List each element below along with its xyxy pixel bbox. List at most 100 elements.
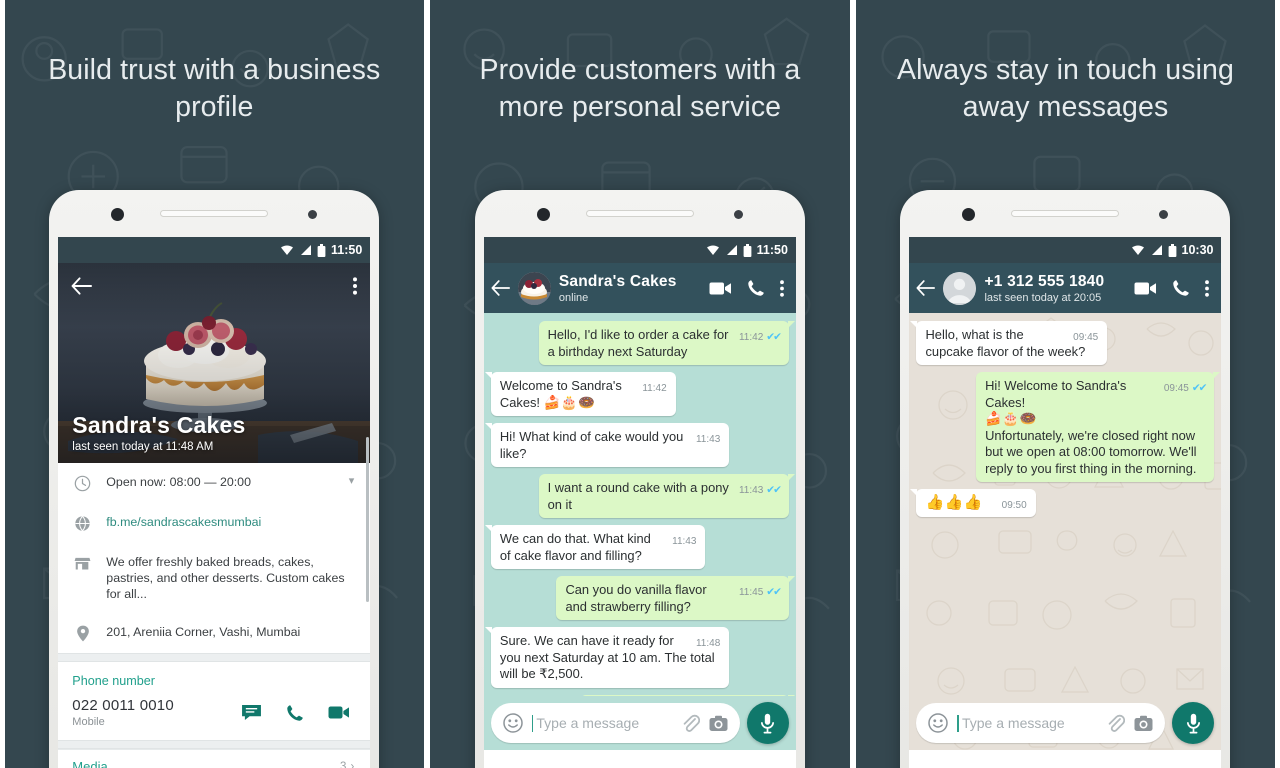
phone-top-bezel — [475, 190, 805, 237]
media-label: Media — [72, 759, 108, 768]
emoji-smiley-icon[interactable] — [503, 713, 523, 733]
signal-icon — [301, 245, 312, 255]
panel-headline: Provide customers with a more personal s… — [479, 54, 801, 123]
message-text: I want a round cake with a pony on it — [547, 480, 729, 512]
message-input-pill[interactable]: Type a message — [916, 703, 1166, 743]
read-receipt-icon: ✔✔ — [766, 331, 782, 343]
business-identity: Sandra's Cakes last seen today at 11:48 … — [72, 412, 245, 453]
camera-icon[interactable] — [1134, 715, 1153, 732]
panel-away-messages: Always stay in touch using away messages… — [853, 0, 1280, 768]
info-hours-text: Open now: 08:00 — 20:00 — [106, 475, 251, 489]
info-website-link[interactable]: fb.me/sandrascakesmumbai — [106, 514, 354, 530]
phone-mockup: 11:50 Sandra's Cakes last seen today at … — [49, 190, 380, 768]
panel-headline: Always stay in touch using away messages — [897, 54, 1234, 123]
microphone-icon — [761, 713, 775, 733]
message-meta: 11:43 ✔✔ — [739, 484, 782, 497]
info-row-address[interactable]: 201, Areniia Corner, Vashi, Mumbai — [58, 613, 370, 653]
wifi-icon — [706, 245, 719, 255]
chat-header: Sandra's Cakes online — [483, 263, 796, 313]
battery-icon — [317, 243, 326, 257]
video-call-icon[interactable] — [1134, 281, 1157, 296]
battery-icon — [743, 243, 752, 257]
scrollbar[interactable] — [366, 437, 370, 602]
message-bubble[interactable]: 09:45 ✔✔ Hi! Welcome to Sandra's Cakes! 🍰🎂… — [976, 372, 1221, 482]
message-meta: 11:42 ✔✔ — [738, 331, 782, 344]
message-time: 11:45 — [738, 587, 764, 598]
back-arrow-icon[interactable] — [916, 280, 936, 296]
message-bubble[interactable]: 11:43 Hi! What kind of cake would you li… — [484, 423, 730, 467]
message-bubble[interactable]: 11:42 Welcome to Sandra's Cakes! 🍰🎂🍩 — [484, 372, 676, 416]
message-meta: 11:45 ✔✔ — [738, 587, 782, 599]
message-icon[interactable] — [241, 704, 262, 721]
paperclip-icon[interactable] — [681, 714, 700, 733]
message-input-pill[interactable]: Type a message — [490, 703, 740, 743]
battery-icon — [1168, 243, 1176, 257]
info-row-hours[interactable]: Open now: 08:00 — 20:00 ▾ — [58, 463, 370, 503]
video-call-icon[interactable] — [709, 281, 732, 296]
message-bubble[interactable]: 09:45 Hello, what is the cupcake flavor … — [910, 321, 1108, 365]
avatar[interactable] — [943, 271, 977, 305]
message-meta: 09:45 ✔✔ — [1164, 383, 1208, 395]
message-time: 11:42 — [738, 332, 764, 343]
message-bubble[interactable]: 11:48 Sure. We can have it ready for you… — [484, 627, 730, 688]
business-name: Sandra's Cakes — [72, 412, 246, 438]
section-divider — [58, 653, 371, 662]
message-time: 11:48 — [695, 638, 721, 649]
message-bubble[interactable]: 11:42 ✔✔ Hello, I'd like to order a cake … — [538, 321, 796, 365]
phone-top-bezel — [49, 190, 379, 237]
panel-personal-service: Provide customers with a more personal s… — [426, 0, 854, 768]
voice-record-button[interactable] — [746, 702, 789, 744]
info-address-text: 201, Areniia Corner, Vashi, Mumbai — [106, 625, 301, 639]
back-arrow-icon[interactable] — [491, 280, 510, 296]
overflow-menu-icon[interactable] — [1205, 279, 1210, 297]
chevron-down-icon[interactable]: ▾ — [349, 474, 355, 487]
globe-icon — [72, 514, 93, 532]
phone-mockup: 11:50 Sandra's Cakes online 11:42 ✔✔ Hel… — [474, 190, 805, 768]
message-time: 09:50 — [1001, 500, 1027, 511]
message-input-bar: Type a message — [483, 696, 796, 750]
message-text: Hello, what is the cupcake flavor of the… — [925, 327, 1086, 359]
chat-message-area[interactable]: 09:45 Hello, what is the cupcake flavor … — [909, 313, 1222, 750]
three-panel-promo-banner: Build trust with a business profile 11:5… — [0, 0, 1280, 768]
proximity-sensor-icon — [1159, 210, 1169, 219]
chat-contact-status: last seen today at 20:05 — [984, 291, 1102, 304]
message-meta: 09:45 — [1073, 332, 1098, 343]
proximity-sensor-icon — [733, 210, 743, 219]
overflow-menu-icon[interactable] — [779, 279, 784, 297]
status-bar-time: 10:30 — [1181, 243, 1214, 257]
message-bubble[interactable]: 11:43 ✔✔ I want a round cake with a pony … — [538, 474, 796, 518]
front-camera-icon — [111, 208, 125, 221]
status-bar: 10:30 — [909, 237, 1222, 263]
message-text: Sure. We can have it ready for you next … — [499, 633, 715, 681]
video-call-icon[interactable] — [328, 705, 350, 720]
overflow-menu-icon[interactable] — [353, 277, 358, 295]
message-input[interactable]: Type a message — [962, 715, 1098, 731]
emoji-smiley-icon[interactable] — [928, 713, 949, 733]
message-text: Can you do vanilla flavor and strawberry… — [565, 582, 707, 614]
earpiece-speaker — [160, 210, 269, 217]
phone-number-value: 022 0011 0010 — [72, 697, 174, 714]
info-row-website[interactable]: fb.me/sandrascakesmumbai — [58, 503, 370, 543]
chat-message-area[interactable]: 11:42 ✔✔ Hello, I'd like to order a cake … — [483, 313, 796, 750]
call-icon[interactable] — [747, 279, 765, 297]
avatar[interactable] — [517, 271, 551, 305]
voice-record-button[interactable] — [1172, 702, 1215, 744]
earpiece-speaker — [1011, 210, 1120, 217]
message-text: Hello, I'd like to order a cake for a bi… — [547, 327, 729, 359]
message-input[interactable]: Type a message — [536, 715, 672, 731]
business-info-card: Open now: 08:00 — 20:00 ▾ fb.me/sandrasc… — [58, 463, 371, 653]
text-cursor — [531, 714, 534, 732]
camera-icon[interactable] — [709, 715, 728, 732]
info-row-description[interactable]: We offer freshly baked breads, cakes, pa… — [58, 543, 370, 613]
media-row[interactable]: Media 3 › — [58, 749, 371, 768]
message-meta: 11:43 — [672, 536, 696, 547]
message-bubble[interactable]: 09:50 👍👍👍 — [910, 489, 1036, 517]
call-icon[interactable] — [1172, 279, 1190, 297]
call-icon[interactable] — [286, 704, 304, 722]
message-bubble[interactable]: 11:43 We can do that. What kind of cake … — [484, 525, 706, 569]
read-receipt-icon: ✔✔ — [766, 484, 782, 496]
back-arrow-icon[interactable] — [71, 277, 93, 295]
paperclip-icon[interactable] — [1106, 714, 1126, 733]
message-input-bar: Type a message — [909, 696, 1221, 750]
message-bubble[interactable]: 11:45 ✔✔ Can you do vanilla flavor and st… — [556, 576, 796, 620]
